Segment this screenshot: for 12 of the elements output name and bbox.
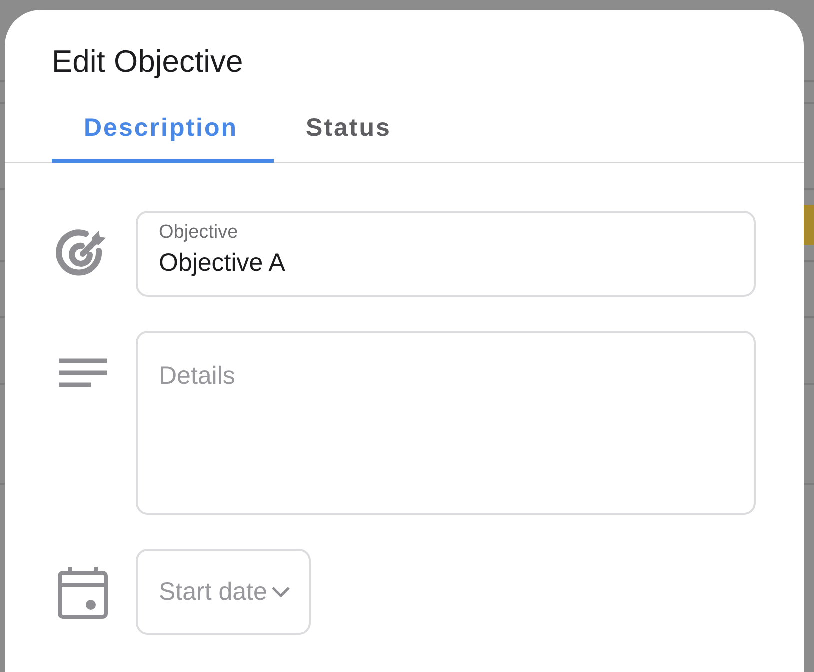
- tab[interactable]: Status: [274, 104, 428, 163]
- calendar-icon: [55, 564, 111, 620]
- start-date-dropdown[interactable]: Start date: [136, 549, 312, 635]
- details-input-field[interactable]: Details: [136, 331, 756, 515]
- field-label: Objective: [159, 221, 240, 245]
- tab[interactable]: Description: [52, 104, 274, 163]
- objective-input-field[interactable]: Objective Objective A: [136, 211, 756, 297]
- dialog-title: Edit Objective: [51, 43, 244, 80]
- placeholder-text: Start date: [159, 577, 268, 607]
- chevron-down-icon: [271, 586, 292, 598]
- placeholder-text: Details: [159, 362, 236, 390]
- field-value: Objective A: [159, 248, 286, 279]
